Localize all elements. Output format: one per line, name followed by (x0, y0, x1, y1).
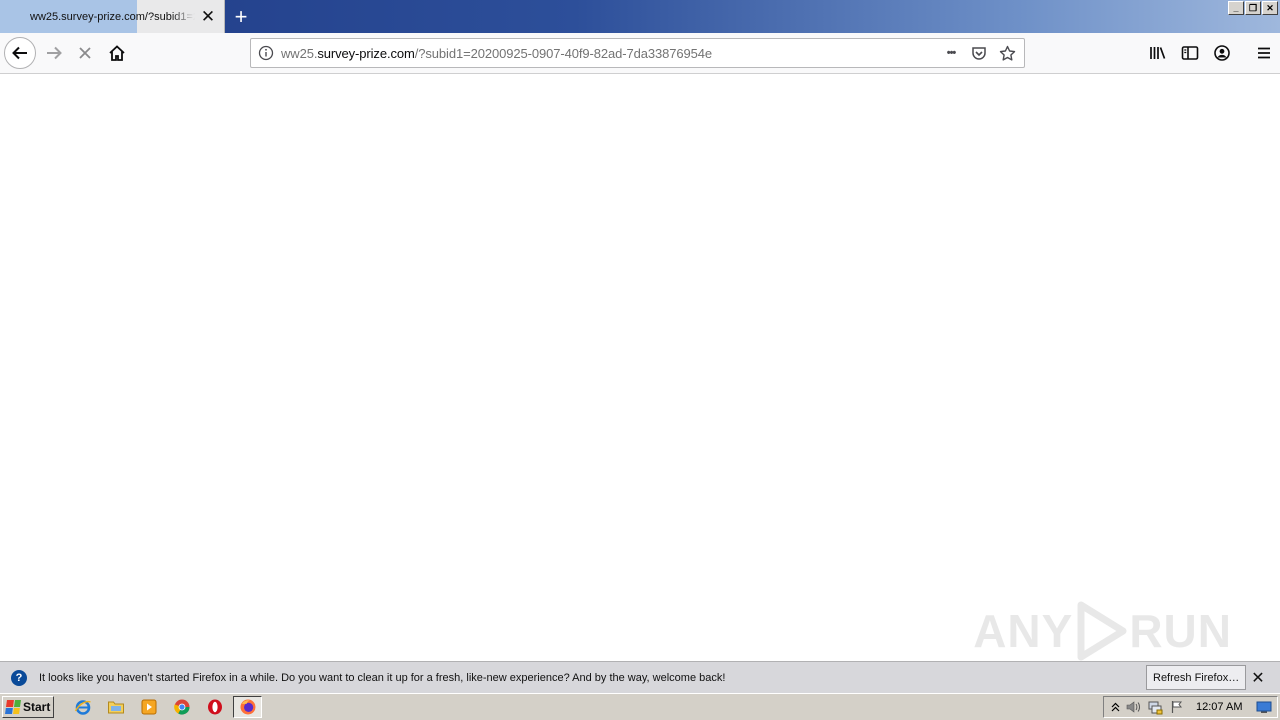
library-icon[interactable] (1142, 37, 1174, 69)
site-info-icon[interactable] (251, 45, 281, 61)
home-button[interactable] (101, 37, 133, 69)
taskbar: Start 12:07 AM (0, 693, 1280, 720)
firefox-taskbar-button[interactable] (233, 696, 262, 718)
page-content: ANY RUN (0, 74, 1280, 661)
url-text[interactable]: ww25.survey-prize.com/?subid1=20200925-0… (281, 46, 712, 61)
tab-strip: ww25.survey-prize.com/?subid1=20200925-0… (0, 0, 1280, 33)
minimize-button[interactable]: _ (1228, 1, 1244, 15)
notification-close-icon[interactable]: ✕ (1248, 668, 1268, 688)
url-host: survey-prize.com (317, 45, 415, 61)
quick-launch (68, 696, 262, 718)
forward-arrow-icon (47, 46, 62, 60)
url-path: /?subid1=20200925-0907-40f9-82ad-7da3387… (414, 45, 713, 61)
pocket-icon[interactable] (968, 43, 990, 63)
opera-icon[interactable] (200, 696, 229, 718)
navigation-toolbar: ww25.survey-prize.com/?subid1=20200925-0… (0, 33, 1280, 74)
menu-icon[interactable] (1248, 37, 1280, 69)
sidebar-icon[interactable] (1174, 37, 1206, 69)
show-desktop-icon[interactable] (1254, 697, 1274, 717)
url-bar[interactable]: ww25.survey-prize.com/?subid1=20200925-0… (250, 38, 1025, 68)
url-prefix: ww25. (281, 45, 318, 61)
page-actions-icon[interactable]: ••• (940, 43, 962, 63)
start-button[interactable]: Start (2, 696, 54, 718)
stop-button[interactable] (69, 37, 101, 69)
firefox-icon (240, 699, 255, 715)
stop-icon (79, 47, 91, 59)
windows-logo-icon (5, 700, 21, 714)
network-icon[interactable] (1144, 697, 1166, 717)
clock[interactable]: 12:07 AM (1196, 701, 1242, 713)
volume-icon[interactable] (1122, 697, 1144, 717)
url-actions: ••• (940, 43, 1018, 63)
question-icon: ? (11, 669, 27, 686)
system-tray: 12:07 AM (1103, 696, 1278, 718)
action-center-flag-icon[interactable] (1166, 697, 1188, 717)
tray-expand-icon[interactable] (1108, 697, 1122, 717)
watermark-text-right: RUN (1129, 605, 1232, 657)
refresh-firefox-button[interactable]: Refresh Firefox… (1146, 665, 1247, 690)
tab-active[interactable]: ww25.survey-prize.com/?subid1=20200925-0… (0, 0, 225, 33)
close-window-button[interactable]: ✕ (1262, 1, 1278, 15)
file-explorer-icon[interactable] (101, 696, 130, 718)
restore-button[interactable]: ❐ (1245, 1, 1261, 15)
play-logo-icon (1077, 601, 1127, 661)
chrome-icon[interactable] (167, 696, 196, 718)
media-player-icon[interactable] (134, 696, 163, 718)
start-label: Start (23, 700, 51, 714)
account-icon[interactable] (1206, 37, 1238, 69)
notification-message: It looks like you haven’t started Firefo… (39, 671, 726, 684)
toolbar-right (1142, 37, 1280, 69)
window-controls: _ ❐ ✕ (1228, 1, 1278, 15)
tab-close-icon[interactable]: ✕ (199, 7, 217, 26)
bookmark-star-icon[interactable] (996, 43, 1018, 63)
home-icon (109, 45, 125, 61)
new-tab-button[interactable]: + (228, 4, 254, 30)
watermark-text-left: ANY (973, 605, 1074, 657)
back-arrow-icon (12, 46, 27, 60)
anyrun-watermark: ANY RUN (973, 601, 1232, 661)
forward-button[interactable] (38, 37, 70, 69)
back-button[interactable] (4, 37, 36, 69)
tab-title: ww25.survey-prize.com/?subid1=20200925-0… (30, 10, 195, 23)
notification-bar: ? It looks like you haven’t started Fire… (0, 661, 1280, 693)
toolbar-separator (1238, 37, 1248, 69)
internet-explorer-icon[interactable] (68, 696, 97, 718)
